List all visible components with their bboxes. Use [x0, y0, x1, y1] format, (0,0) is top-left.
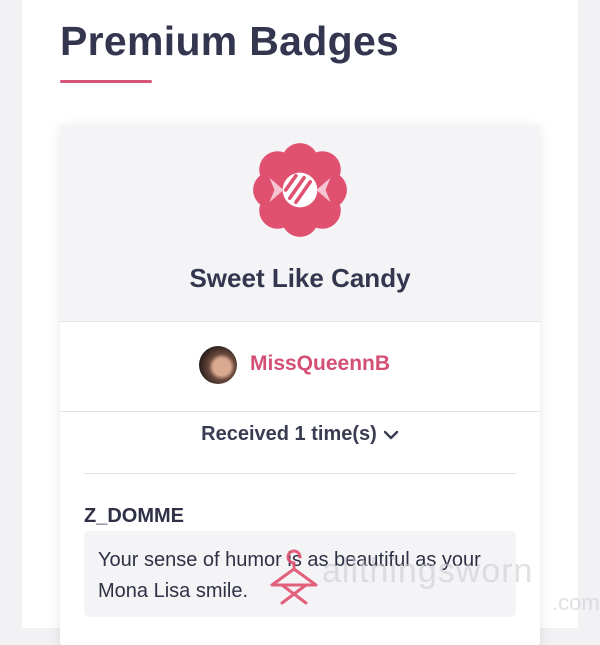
received-toggle[interactable]: Received 1 time(s): [60, 423, 540, 446]
page-title: Premium Badges: [60, 18, 400, 64]
sender-name-link[interactable]: MissQueennB: [250, 352, 390, 376]
watermark-suffix: .com: [552, 590, 600, 615]
watermark-text: allthingsworn: [322, 552, 534, 590]
hanger-icon: [270, 549, 318, 605]
page-container: Premium Badges Sweet Like Candy MissQuee…: [22, 0, 600, 645]
giver-name[interactable]: Z_DOMME: [84, 505, 184, 528]
divider: [84, 473, 516, 474]
chevron-down-icon: [383, 430, 399, 440]
title-underline: [60, 80, 152, 83]
badge-name: Sweet Like Candy: [189, 263, 411, 293]
candy-icon: [253, 143, 347, 237]
received-label: Received 1 time(s): [201, 423, 377, 445]
sender-row[interactable]: MissQueennB: [60, 322, 540, 412]
badge-header: Sweet Like Candy: [60, 125, 540, 322]
user-avatar[interactable]: [199, 346, 237, 384]
